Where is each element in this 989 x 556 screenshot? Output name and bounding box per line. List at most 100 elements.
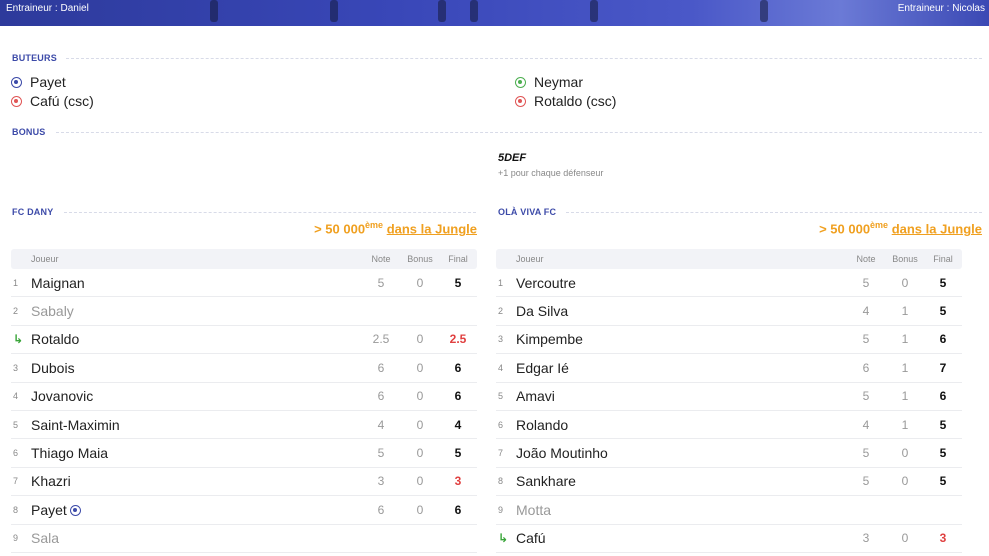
table-row[interactable]: 4 Jovanovic 6 0 6 <box>11 383 477 411</box>
away-jungle-link[interactable]: dans la Jungle <box>892 221 982 236</box>
away-team-name: OLÀ VIVA FC <box>498 207 557 217</box>
player-bonus: 0 <box>416 474 424 489</box>
table-row[interactable]: 4 Edgar Ié 6 1 7 <box>496 354 962 383</box>
banner-player-figure <box>330 0 338 22</box>
table-row[interactable]: 7 Khazri 3 0 3 <box>11 468 477 497</box>
player-name[interactable]: Saint-Maximin <box>31 417 361 433</box>
player-number: 1 <box>498 277 504 288</box>
home-scorer-name: Payet <box>30 74 66 90</box>
home-jungle-link[interactable]: dans la Jungle <box>387 221 477 236</box>
player-bonus: 0 <box>901 275 909 290</box>
home-scorer: Payet <box>11 74 66 90</box>
table-row[interactable]: 1 Maignan 5 0 5 <box>11 269 477 298</box>
section-divider <box>566 212 982 213</box>
player-name[interactable]: Thiago Maia <box>31 445 361 461</box>
player-name[interactable]: Payet <box>31 502 361 518</box>
table-row[interactable]: 5 Amavi 5 1 6 <box>496 383 962 411</box>
player-number: 5 <box>498 391 504 402</box>
player-name-text: Amavi <box>516 388 555 405</box>
player-name[interactable]: Sankhare <box>516 473 846 489</box>
player-note: 2.5 <box>372 332 390 347</box>
player-name[interactable]: Dubois <box>31 360 361 376</box>
player-name[interactable]: Rotaldo <box>31 331 361 347</box>
match-banner: Entraineur : Daniel Entraineur : Nicolas <box>0 0 989 26</box>
table-row[interactable]: 3 Kimpembe 5 1 6 <box>496 326 962 355</box>
player-name[interactable]: Sabaly <box>31 303 361 319</box>
table-row[interactable]: 8 Payet 6 0 6 <box>11 496 477 525</box>
table-row[interactable]: 2 Sabaly <box>11 297 477 326</box>
player-note: 5 <box>862 332 870 347</box>
table-row[interactable]: 3 Dubois 6 0 6 <box>11 354 477 383</box>
player-name[interactable]: Cafú <box>516 530 846 546</box>
player-final: 5 <box>454 446 462 461</box>
player-note: 4 <box>377 417 385 432</box>
player-name-text: Vercoutre <box>516 274 576 291</box>
player-number: 6 <box>498 419 504 430</box>
player-final: 5 <box>939 446 947 461</box>
table-row[interactable]: 6 Thiago Maia 5 0 5 <box>11 439 477 468</box>
player-name[interactable]: Khazri <box>31 473 361 489</box>
player-number: 2 <box>498 306 504 317</box>
player-name[interactable]: Sala <box>31 530 361 546</box>
player-name[interactable]: Rolando <box>516 417 846 433</box>
player-number: 4 <box>13 391 19 402</box>
player-note: 5 <box>862 275 870 290</box>
table-row[interactable]: 2 Da Silva 4 1 5 <box>496 297 962 326</box>
player-name-text: Cafú <box>516 530 546 547</box>
scorers-section-title: BUTEURS <box>12 53 57 63</box>
table-row[interactable]: ↳ Cafú 3 0 3 <box>496 525 962 553</box>
away-rank-link[interactable]: > 50 000ème dans la Jungle <box>819 220 982 236</box>
player-note: 5 <box>862 474 870 489</box>
table-row[interactable]: 5 Saint-Maximin 4 0 4 <box>11 411 477 440</box>
player-name[interactable]: Jovanovic <box>31 388 361 404</box>
table-row[interactable]: 1 Vercoutre 5 0 5 <box>496 269 962 298</box>
goal-ball-icon <box>11 76 22 88</box>
player-final: 5 <box>939 275 947 290</box>
player-note: 3 <box>377 474 385 489</box>
table-row[interactable]: 8 Sankhare 5 0 5 <box>496 468 962 497</box>
player-number: 9 <box>498 504 504 515</box>
player-name[interactable]: Edgar Ié <box>516 360 846 376</box>
player-final: 6 <box>454 360 462 375</box>
banner-player-figure <box>590 0 598 22</box>
table-row[interactable]: 6 Rolando 4 1 5 <box>496 411 962 440</box>
player-name[interactable]: Da Silva <box>516 303 846 319</box>
player-final: 6 <box>939 389 947 404</box>
player-number: 2 <box>13 306 19 317</box>
own-goal-ball-icon <box>515 95 526 107</box>
table-row[interactable]: ↳ Rotaldo 2.5 0 2.5 <box>11 326 477 355</box>
player-name[interactable]: Motta <box>516 502 846 518</box>
player-note: 5 <box>862 389 870 404</box>
away-rank-value: > 50 000 <box>819 221 871 237</box>
player-name[interactable]: Amavi <box>516 388 846 404</box>
player-number: 8 <box>498 476 504 487</box>
player-final: 3 <box>939 531 947 546</box>
home-rank-value: > 50 000 <box>314 221 366 237</box>
col-final-header: Final <box>448 254 468 264</box>
col-bonus-header: Bonus <box>407 254 433 264</box>
player-name[interactable]: João Moutinho <box>516 445 846 461</box>
player-name-text: Saint-Maximin <box>31 416 120 433</box>
player-name[interactable]: Kimpembe <box>516 331 846 347</box>
player-name-text: Sabaly <box>31 303 74 320</box>
player-name[interactable]: Maignan <box>31 275 361 291</box>
home-rank-link[interactable]: > 50 000ème dans la Jungle <box>314 220 477 236</box>
player-bonus: 1 <box>901 360 909 375</box>
away-rank-suffix: ème <box>870 220 889 230</box>
player-name[interactable]: Vercoutre <box>516 275 846 291</box>
player-bonus: 0 <box>416 446 424 461</box>
player-number: 6 <box>13 448 19 459</box>
banner-player-figure <box>210 0 218 22</box>
away-coach-label: Entraineur : Nicolas <box>897 3 985 14</box>
player-number: 3 <box>13 362 19 373</box>
player-final: 7 <box>939 360 947 375</box>
player-name-text: Payet <box>31 501 67 518</box>
player-name-text: Maignan <box>31 274 85 291</box>
table-row[interactable]: 9 Motta <box>496 496 962 525</box>
table-row[interactable]: 9 Sala <box>11 525 477 553</box>
away-bonus-name: 5DEF <box>498 152 527 164</box>
player-bonus: 0 <box>901 474 909 489</box>
player-name-text: Kimpembe <box>516 331 583 348</box>
player-bonus: 0 <box>416 389 424 404</box>
table-row[interactable]: 7 João Moutinho 5 0 5 <box>496 439 962 468</box>
